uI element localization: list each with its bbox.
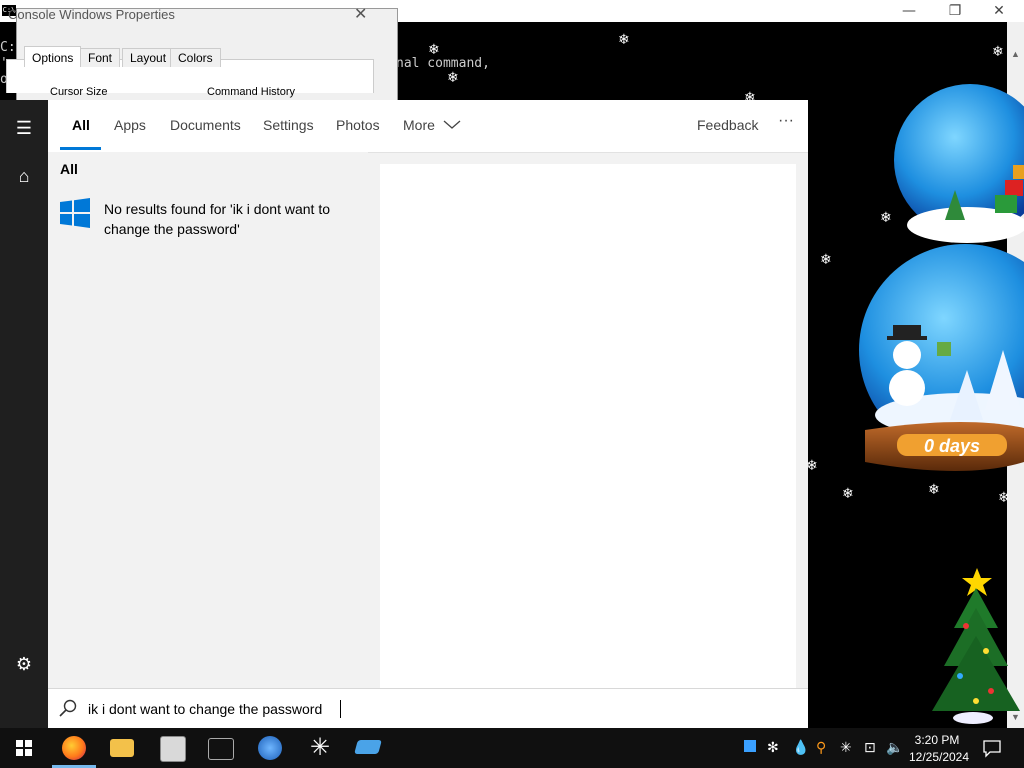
taskbar-command-prompt[interactable] [196,728,244,768]
snowflake-icon: ❄ [998,490,1010,506]
active-tab-indicator [60,147,101,150]
home-icon[interactable]: ⌂ [0,156,48,196]
windows-start-icon [16,740,32,756]
snow-globe-widget [859,84,1024,471]
chevron-down-icon [443,120,461,129]
window-app-icon [354,740,382,754]
tab-documents[interactable]: Documents [170,117,241,133]
notifications-icon[interactable] [982,738,1002,758]
search-input[interactable] [88,699,688,719]
cursor-size-label: Cursor Size [50,86,108,98]
taskbar-firefox[interactable] [50,728,98,768]
tab-colors[interactable]: Colors [170,48,221,67]
tab-all[interactable]: All [72,117,90,133]
taskbar-file-explorer[interactable] [98,728,146,768]
start-button[interactable] [0,728,48,768]
tray-search-icon[interactable]: ⚲ [816,740,826,756]
console-line: C: [0,40,16,55]
scroll-up-icon[interactable]: ▲ [1007,40,1024,68]
dialog-close-icon[interactable]: ✕ [354,4,367,24]
terminal-icon [208,738,234,760]
command-history-label: Command History [207,86,296,98]
snowflake-icon: ❄ [447,70,459,86]
search-icon [59,699,77,717]
app-icon [258,736,282,760]
tray-gift-icon[interactable]: ✻ [767,740,779,756]
taskbar-app-5[interactable] [246,728,294,768]
tab-more-label: More [403,117,435,133]
settings-gear-icon[interactable]: ⚙ [0,644,48,684]
tab-font[interactable]: Font [80,48,121,67]
windows-logo-icon [60,198,90,228]
clock-time[interactable]: 3:20 PM [912,733,962,747]
image-viewer-icon [160,736,186,762]
minimize-icon[interactable]: — [886,0,932,22]
tab-more[interactable]: More [403,117,461,133]
tab-settings[interactable]: Settings [263,117,314,133]
taskbar-app-7[interactable] [344,728,392,768]
close-icon[interactable]: ✕ [976,0,1022,22]
tray-drop-icon[interactable]: 💧 [792,740,809,756]
preview-pane [380,164,796,688]
console-partial-text: nal command, [396,56,490,71]
upper-snow-globe [894,84,1024,243]
tray-snowflake-icon[interactable]: ✳ [840,740,852,756]
snowflake-icon: ❄ [618,32,630,48]
firefox-icon [62,736,86,760]
network-icon[interactable]: ⊡ [864,740,876,756]
volume-muted-icon[interactable]: 🔈 [886,740,903,756]
taskbar-photos[interactable] [148,728,196,768]
days-counter: 0 days [923,436,981,456]
restore-icon[interactable]: ❐ [932,0,978,22]
dialog-title: Console Windows Properties [8,7,175,22]
more-options-icon[interactable]: ··· [778,112,794,130]
snowflake-icon: ❄ [992,44,1004,60]
folder-icon [110,739,134,757]
snowflake-icon: ❄ [842,486,854,502]
results-heading: All [60,161,78,177]
taskbar-app-6[interactable]: ✳ [296,728,344,768]
tab-layout[interactable]: Layout [122,48,175,67]
feedback-link[interactable]: Feedback [697,117,758,133]
hamburger-menu-icon[interactable]: ☰ [0,108,48,148]
clock-date[interactable]: 12/25/2024 [906,750,972,764]
tray-app-icon[interactable] [744,740,756,756]
asterisk-app-icon: ✳ [309,734,331,761]
text-caret [340,700,341,718]
no-results-message: No results found for 'ik i dont want to … [104,201,331,237]
christmas-tree-widget [932,568,1020,724]
tab-apps[interactable]: Apps [114,117,146,133]
tab-options[interactable]: Options [24,46,82,67]
tab-photos[interactable]: Photos [336,117,380,133]
snowflake-icon: ❄ [428,42,440,58]
snowflake-icon: ❄ [820,252,832,268]
